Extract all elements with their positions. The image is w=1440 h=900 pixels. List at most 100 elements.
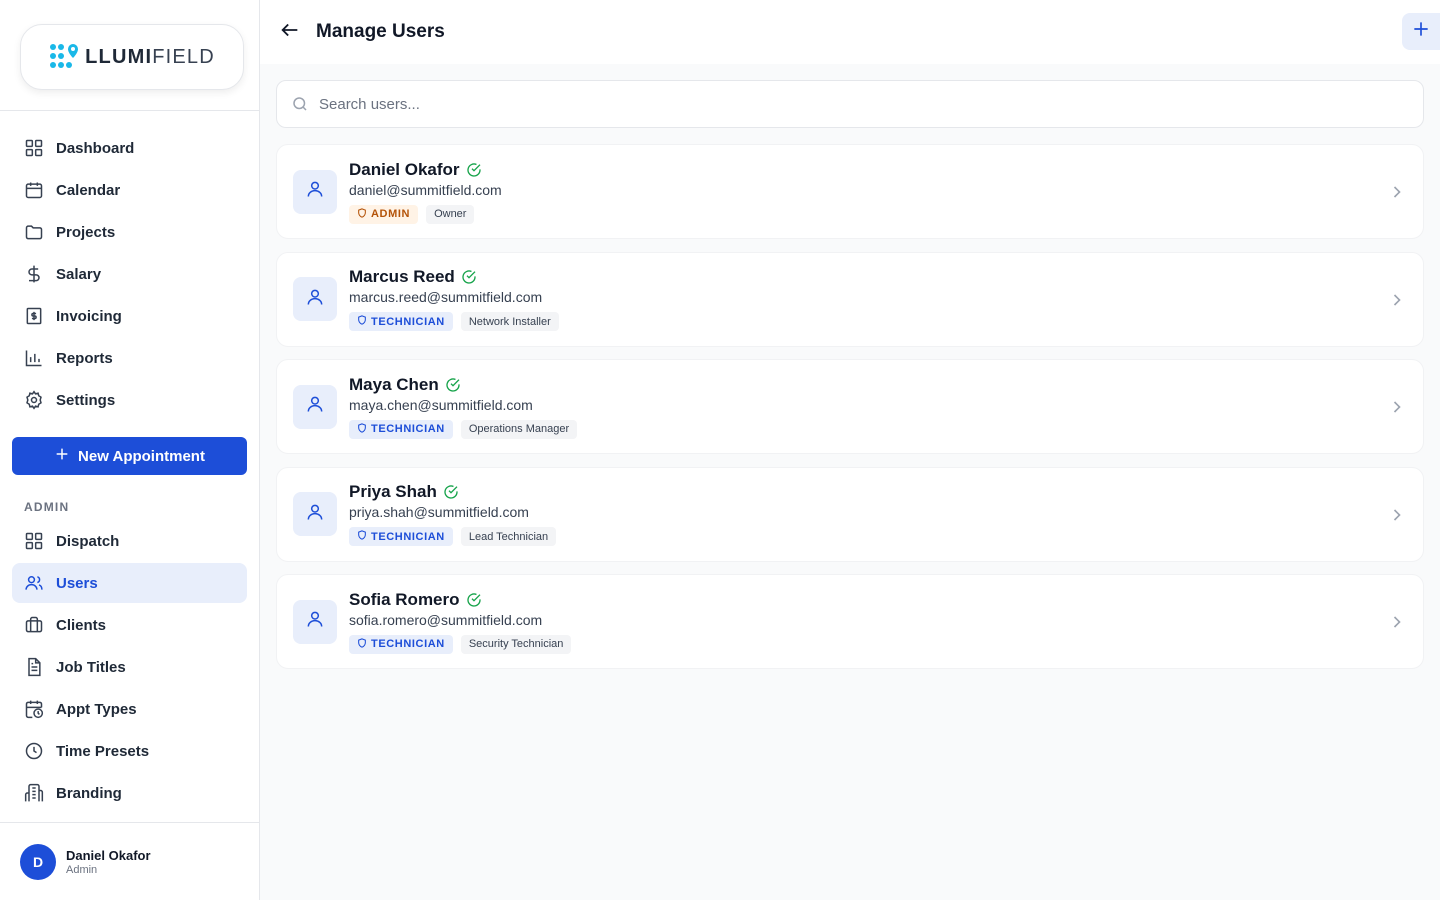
job-title-badge: Operations Manager: [460, 419, 578, 439]
nav-item-settings[interactable]: Settings: [12, 380, 247, 420]
invoice-icon: [24, 306, 44, 326]
nav-item-users[interactable]: Users: [12, 563, 247, 603]
role-badge: TECHNICIAN: [349, 634, 453, 654]
sidebar: LLUMIFIELD Dashboard Calendar Projects S…: [0, 0, 260, 900]
nav-label: Salary: [56, 265, 102, 283]
bar-chart-icon: [24, 348, 44, 368]
user-email: sofia.romero@summitfield.com: [349, 611, 543, 628]
calendar-icon: [24, 180, 44, 200]
logo-mark-icon: [50, 44, 79, 68]
chevron-right-icon: [1387, 290, 1407, 310]
folder-icon: [24, 222, 44, 242]
job-title-badge: Owner: [426, 204, 475, 224]
grid-icon: [24, 531, 44, 551]
clock-icon: [24, 741, 44, 761]
nav-label: Projects: [56, 223, 116, 241]
role-label: TECHNICIAN: [371, 315, 445, 328]
logo-text-light: FIELD: [152, 45, 215, 68]
arrow-left-icon: [279, 19, 301, 46]
nav-label: Time Presets: [56, 742, 150, 760]
current-user-name: Daniel Okafor: [66, 847, 151, 863]
role-label: TECHNICIAN: [371, 638, 445, 650]
user-card[interactable]: Maya Chen maya.chen@summitfield.com TECH…: [276, 359, 1424, 454]
user-avatar: [293, 492, 337, 536]
current-user[interactable]: D Daniel Okafor Admin: [0, 822, 259, 900]
verified-check-icon: [466, 162, 482, 178]
user-name: Daniel Okafor: [349, 159, 460, 179]
page-header: Manage Users: [260, 0, 1440, 64]
user-list: Daniel Okafor daniel@summitfield.com ADM…: [276, 144, 1424, 682]
nav-label: Invoicing: [56, 307, 122, 325]
nav-item-projects[interactable]: Projects: [12, 212, 247, 252]
verified-check-icon: [466, 592, 482, 608]
user-card[interactable]: Daniel Okafor daniel@summitfield.com ADM…: [276, 144, 1424, 239]
nav-item-dashboard[interactable]: Dashboard: [12, 128, 247, 168]
gear-icon: [24, 390, 44, 410]
nav-label: Reports: [56, 349, 113, 367]
user-avatar: [293, 277, 337, 321]
main-nav: Dashboard Calendar Projects Salary Invoi…: [12, 128, 247, 422]
verified-check-icon: [443, 484, 459, 500]
shield-icon: [357, 422, 367, 436]
job-title-badge: Security Technician: [460, 634, 572, 654]
nav-item-branding[interactable]: Branding: [12, 773, 247, 813]
search-input[interactable]: [319, 95, 1423, 113]
nav-label: Dashboard: [56, 139, 135, 157]
nav-item-time-presets[interactable]: Time Presets: [12, 731, 247, 771]
back-button[interactable]: [274, 16, 306, 48]
current-user-role: Admin: [66, 863, 98, 876]
role-badge: ADMIN: [349, 204, 419, 224]
verified-check-icon: [445, 377, 461, 393]
user-email: marcus.reed@summitfield.com: [349, 289, 543, 305]
chevron-right-icon: [1387, 505, 1407, 525]
user-email: priya.shah@summitfield.com: [349, 504, 529, 520]
nav-label: Appt Types: [56, 700, 137, 718]
nav-item-reports[interactable]: Reports: [12, 338, 247, 378]
user-card[interactable]: Marcus Reed marcus.reed@summitfield.com …: [276, 251, 1424, 347]
user-icon: [305, 609, 325, 634]
user-icon: [305, 502, 325, 527]
new-appointment-button[interactable]: New Appointment: [12, 437, 247, 475]
user-avatar: [293, 169, 337, 214]
user-card[interactable]: Priya Shah priya.shah@summitfield.com TE…: [276, 466, 1424, 562]
nav-label: Users: [56, 574, 98, 592]
nav-label: Clients: [56, 616, 107, 634]
nav-item-salary[interactable]: Salary: [12, 254, 247, 294]
search-icon: [291, 95, 309, 113]
shield-icon: [357, 207, 367, 221]
nav-item-dispatch[interactable]: Dispatch: [12, 521, 247, 561]
dollar-icon: [24, 264, 44, 284]
shield-icon: [357, 315, 367, 328]
nav-item-clients[interactable]: Clients: [12, 605, 247, 645]
admin-nav: Dispatch Users Clients Job Titles Appt T…: [12, 521, 247, 815]
user-name: Maya Chen: [349, 374, 439, 394]
user-email: maya.chen@summitfield.com: [349, 396, 533, 413]
nav-item-appt-types[interactable]: Appt Types: [12, 689, 247, 729]
nav-label: Branding: [56, 784, 122, 802]
user-name: Marcus Reed: [349, 267, 455, 286]
nav-item-invoicing[interactable]: Invoicing: [12, 296, 247, 336]
nav-label: Dispatch: [56, 532, 120, 550]
plus-icon: [54, 446, 70, 466]
nav-label: Settings: [56, 391, 116, 409]
user-card[interactable]: Sofia Romero sofia.romero@summitfield.co…: [276, 574, 1424, 669]
logo-text-bold: LLUMI: [85, 45, 153, 68]
chevron-right-icon: [1387, 182, 1407, 202]
nav-item-job-titles[interactable]: Job Titles: [12, 647, 247, 687]
nav-label: Job Titles: [56, 658, 126, 676]
logo[interactable]: LLUMIFIELD: [20, 24, 244, 90]
role-badge: TECHNICIAN: [349, 419, 453, 439]
job-title-badge: Lead Technician: [460, 527, 557, 546]
admin-section-title: ADMIN: [24, 500, 70, 514]
main-content: Manage Users Daniel Okafor daniel@summit…: [260, 0, 1440, 900]
role-badge: TECHNICIAN: [349, 527, 453, 546]
search-bar: [276, 80, 1424, 128]
page-title: Manage Users: [316, 21, 445, 42]
add-user-button[interactable]: [1402, 13, 1440, 50]
logo-area: LLUMIFIELD: [0, 0, 259, 111]
nav-item-calendar[interactable]: Calendar: [12, 170, 247, 210]
user-icon: [305, 179, 325, 204]
document-icon: [24, 657, 44, 677]
briefcase-icon: [24, 615, 44, 635]
logo-text: LLUMIFIELD: [85, 46, 215, 69]
